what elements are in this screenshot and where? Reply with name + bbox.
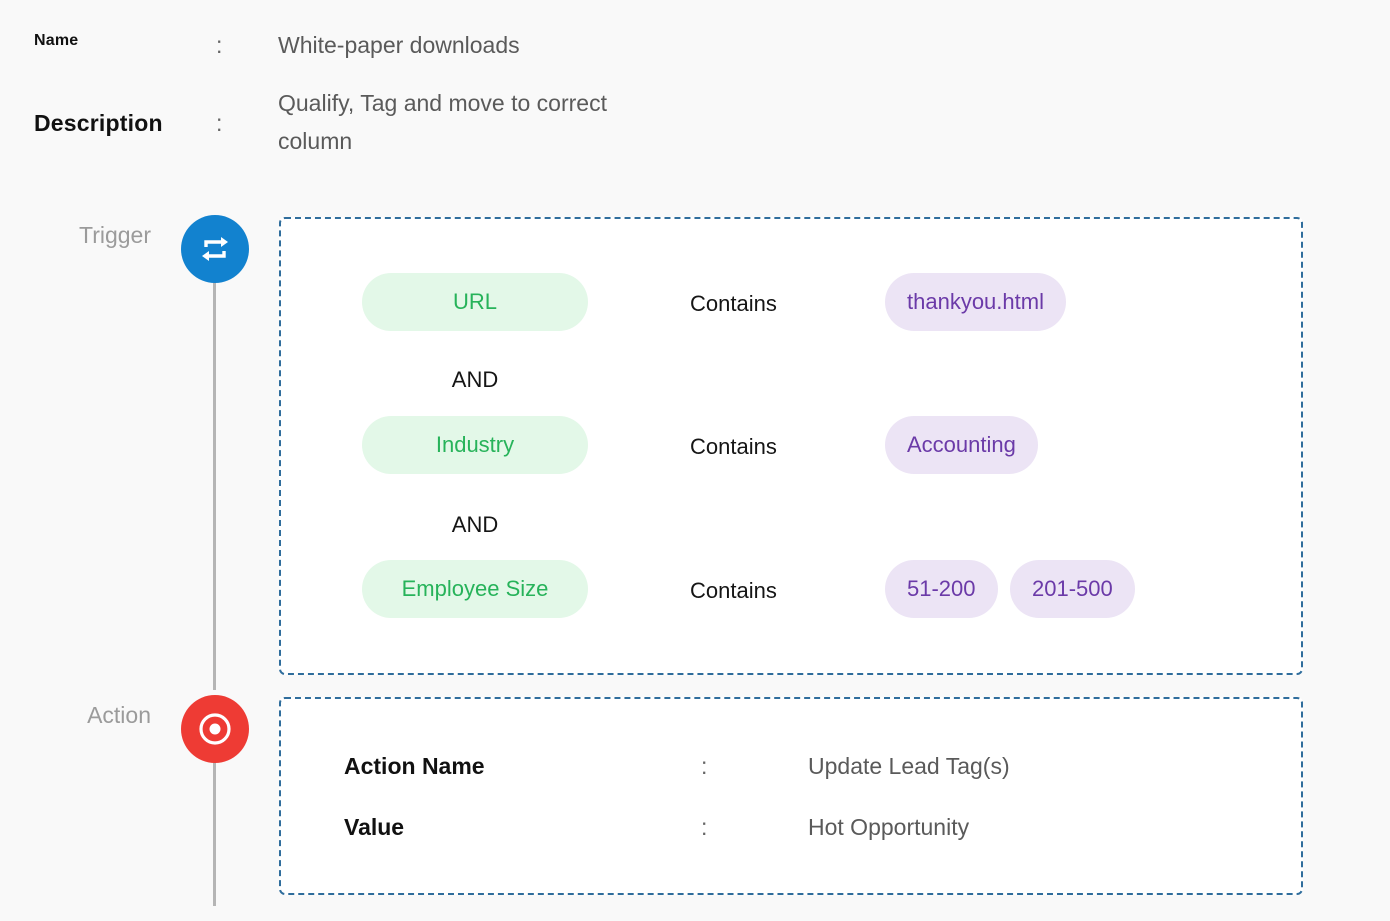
name-label: Name xyxy=(34,32,79,49)
condition-field-pill[interactable]: Industry xyxy=(362,416,588,474)
trigger-label: Trigger xyxy=(79,222,151,248)
name-value: White-paper downloads xyxy=(278,32,520,58)
action-field-label: Value xyxy=(344,814,405,840)
name-separator: : xyxy=(216,32,223,58)
description-label: Description xyxy=(34,110,163,136)
condition-operator: Contains xyxy=(690,434,777,459)
condition-value: 51-200 xyxy=(907,576,976,601)
timeline-connector-tail xyxy=(213,760,216,906)
condition-field-pill[interactable]: Employee Size xyxy=(362,560,588,618)
repeat-arrows-icon xyxy=(202,237,228,261)
condition-field: Employee Size xyxy=(401,576,549,601)
action-field-label: Action Name xyxy=(344,753,485,779)
condition-value: thankyou.html xyxy=(907,289,1044,314)
condition-value: 201-500 xyxy=(1032,576,1113,601)
conjunction-label: AND xyxy=(451,512,499,537)
condition-value: Accounting xyxy=(907,432,1016,457)
action-details-box: Action Name : Update Lead Tag(s) Value :… xyxy=(279,697,1303,895)
description-separator: : xyxy=(216,110,223,136)
timeline-connector xyxy=(213,280,216,690)
conjunction-label: AND xyxy=(451,367,499,392)
description-value: Qualify, Tag and move to correct column xyxy=(278,90,607,154)
trigger-node xyxy=(181,215,249,283)
condition-field-pill[interactable]: URL xyxy=(362,273,588,331)
condition-field: Industry xyxy=(435,432,515,457)
condition-value-pill[interactable]: Accounting xyxy=(885,416,1038,474)
action-field-value: Update Lead Tag(s) xyxy=(808,753,1010,779)
condition-value-pill[interactable]: 201-500 xyxy=(1010,560,1135,618)
condition-field: URL xyxy=(452,289,497,314)
action-node xyxy=(181,695,249,763)
trigger-conditions-box: URL Contains thankyou.html AND Industry … xyxy=(279,217,1303,675)
target-icon xyxy=(199,713,231,745)
condition-value-pill[interactable]: thankyou.html xyxy=(885,273,1066,331)
action-field-value: Hot Opportunity xyxy=(808,814,970,840)
condition-operator: Contains xyxy=(690,578,777,603)
action-field-separator: : xyxy=(701,814,708,840)
condition-value-pill[interactable]: 51-200 xyxy=(885,560,998,618)
action-label: Action xyxy=(87,702,151,728)
condition-operator: Contains xyxy=(690,291,777,316)
action-field-separator: : xyxy=(701,753,708,779)
